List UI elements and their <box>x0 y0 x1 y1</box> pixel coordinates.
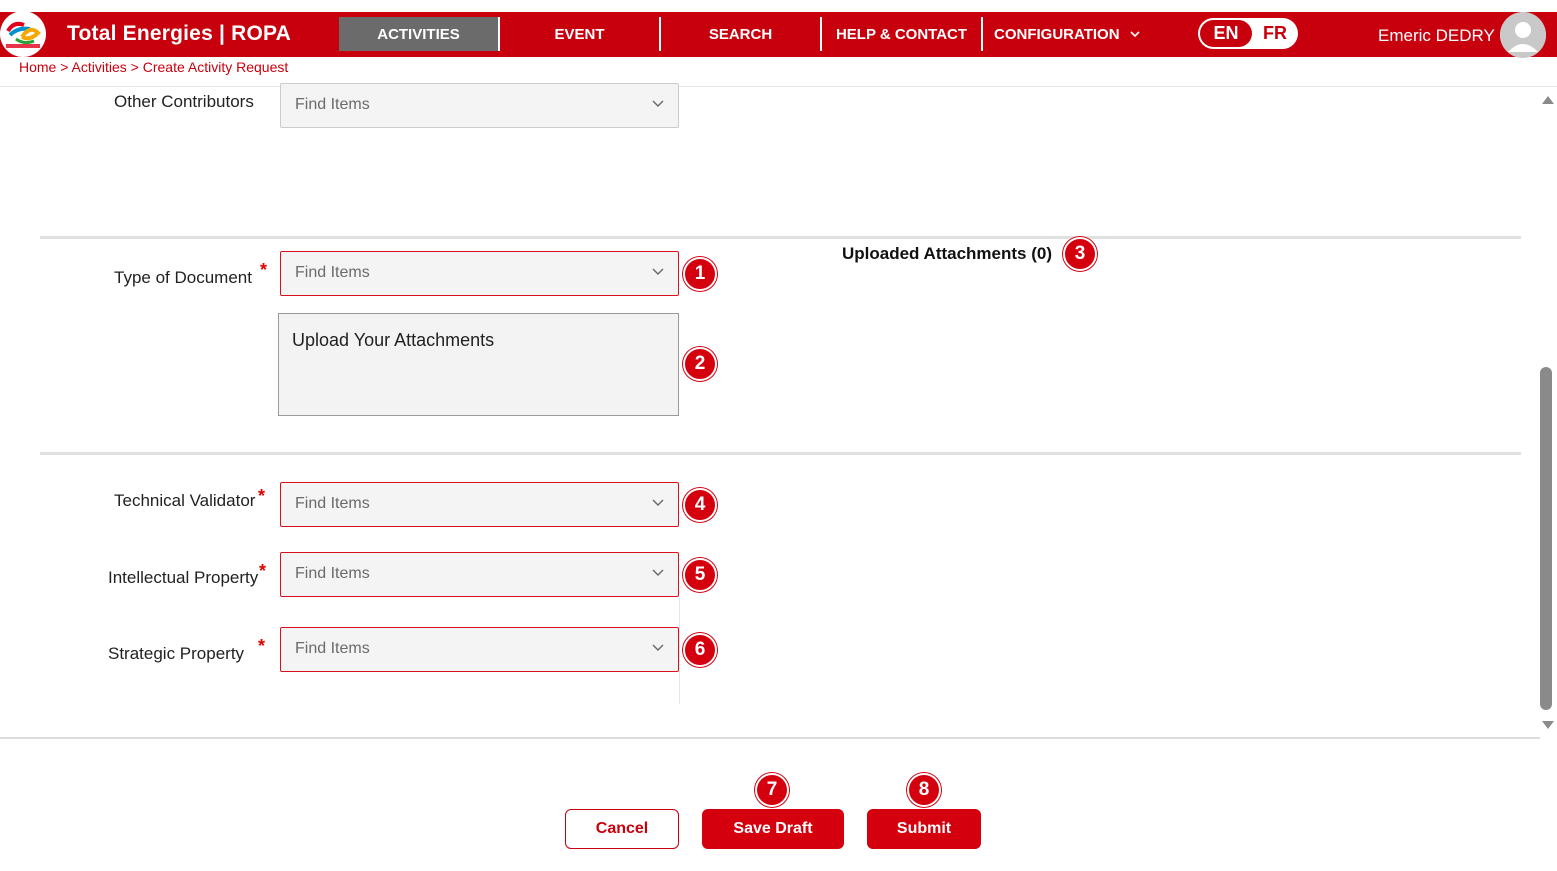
app-title: Total Energies | ROPA <box>67 22 292 45</box>
section-divider <box>40 452 1521 455</box>
column-divider <box>679 598 680 704</box>
lang-fr-option[interactable]: FR <box>1254 20 1296 47</box>
lang-en-option[interactable]: EN <box>1200 20 1252 47</box>
scrollbar-thumb[interactable] <box>1540 367 1552 710</box>
cancel-button[interactable]: Cancel <box>565 809 679 849</box>
intellectual-property-select[interactable]: Find Items <box>280 552 679 597</box>
nav-help-contact[interactable]: HELP & CONTACT <box>822 17 981 51</box>
type-of-document-placeholder: Find Items <box>295 264 370 281</box>
other-contributors-select[interactable]: Find Items <box>280 83 679 128</box>
type-of-document-select[interactable]: Find Items <box>280 251 679 296</box>
strategic-property-select[interactable]: Find Items <box>280 627 679 672</box>
chevron-down-icon <box>652 644 664 651</box>
annotation-badge-3: 3 <box>1063 237 1097 271</box>
other-contributors-placeholder: Find Items <box>295 96 370 113</box>
upload-attachments-dropzone[interactable]: Upload Your Attachments <box>278 313 679 416</box>
annotation-badge-6: 6 <box>683 633 717 667</box>
submit-button[interactable]: Submit <box>867 809 981 849</box>
breadcrumb-home[interactable]: Home <box>19 59 56 75</box>
intellectual-property-placeholder: Find Items <box>295 565 370 582</box>
annotation-badge-8: 8 <box>907 773 941 807</box>
vertical-scrollbar[interactable] <box>1538 88 1557 737</box>
annotation-badge-4: 4 <box>683 488 717 522</box>
user-avatar-icon[interactable] <box>1500 12 1546 58</box>
breadcrumb-current: Create Activity Request <box>142 59 289 75</box>
language-toggle[interactable]: EN FR <box>1198 18 1298 49</box>
breadcrumb-separator: > <box>126 59 143 75</box>
upload-attachments-label: Upload Your Attachments <box>292 330 495 350</box>
save-draft-button[interactable]: Save Draft <box>702 809 844 849</box>
totalenergies-logo[interactable] <box>0 11 46 57</box>
nav-search[interactable]: SEARCH <box>661 17 820 51</box>
technical-validator-placeholder: Find Items <box>295 495 370 512</box>
technical-validator-select[interactable]: Find Items <box>280 482 679 527</box>
other-contributors-label: Other Contributors <box>114 92 254 111</box>
annotation-badge-5: 5 <box>683 558 717 592</box>
nav-event[interactable]: EVENT <box>500 17 659 51</box>
type-of-document-label: Type of Document <box>114 268 252 287</box>
section-divider <box>40 236 1521 239</box>
annotation-badge-7: 7 <box>755 773 789 807</box>
chevron-down-icon <box>652 100 664 107</box>
chevron-down-icon <box>652 499 664 506</box>
chevron-down-icon <box>1129 31 1140 38</box>
chevron-down-icon <box>652 569 664 576</box>
nav-configuration-label: CONFIGURATION <box>994 25 1120 43</box>
breadcrumb-activities[interactable]: Activities <box>72 59 127 75</box>
scroll-up-arrow-icon[interactable] <box>1542 96 1554 104</box>
annotation-badge-2: 2 <box>683 347 717 381</box>
required-asterisk: * <box>259 561 267 581</box>
strategic-property-placeholder: Find Items <box>295 640 370 657</box>
content-bottom-border <box>0 737 1540 739</box>
nav-configuration[interactable]: CONFIGURATION <box>983 17 1143 51</box>
required-asterisk: * <box>260 260 268 280</box>
required-asterisk: * <box>258 486 266 506</box>
nav-activities[interactable]: ACTIVITIES <box>339 17 498 51</box>
uploaded-attachments-title: Uploaded Attachments (0) <box>842 244 1053 263</box>
scroll-down-arrow-icon[interactable] <box>1542 721 1554 729</box>
content-top-border <box>0 86 1557 87</box>
strategic-property-label: Strategic Property <box>108 644 245 663</box>
user-name[interactable]: Emeric DEDRY <box>1378 26 1495 46</box>
chevron-down-icon <box>652 268 664 275</box>
intellectual-property-label: Intellectual Property <box>108 568 259 587</box>
annotation-badge-1: 1 <box>683 257 717 291</box>
breadcrumb-separator: > <box>56 59 72 75</box>
breadcrumb: Home > Activities > Create Activity Requ… <box>19 59 288 75</box>
required-asterisk: * <box>258 636 266 656</box>
technical-validator-label: Technical Validator <box>114 491 256 510</box>
